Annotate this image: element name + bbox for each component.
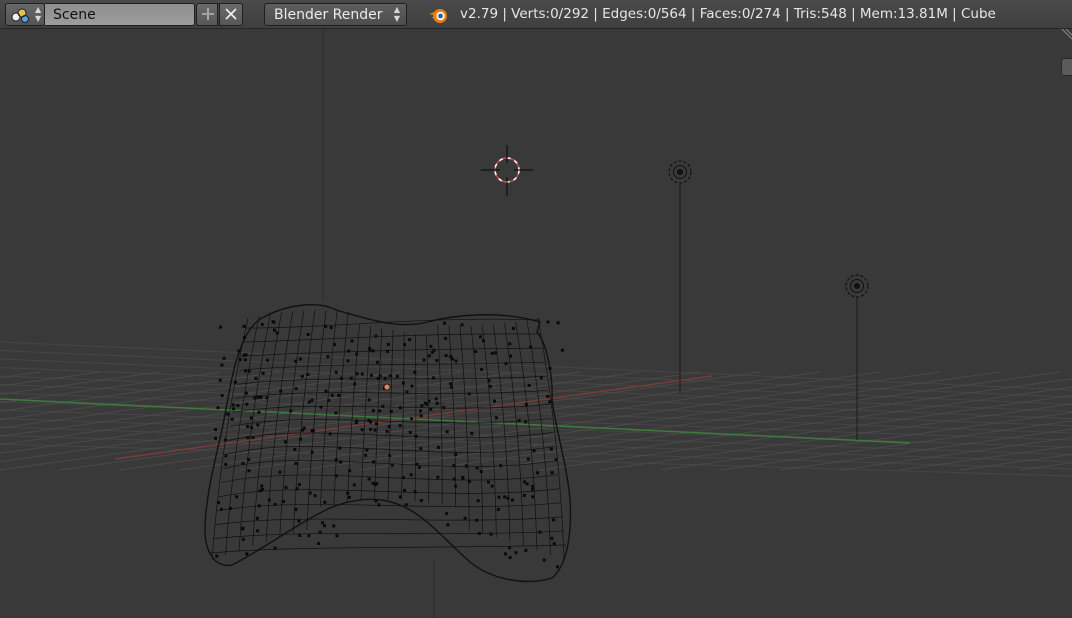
x-icon xyxy=(225,8,237,20)
render-engine-label: Blender Render xyxy=(274,7,383,23)
lamp[interactable] xyxy=(668,160,692,393)
blender-window: ▲ ▼ Scene Blender Render ▲ ▼ v2.79 | Ver… xyxy=(0,0,1072,618)
area-split-corner-icon[interactable] xyxy=(1060,29,1072,43)
cube-mesh-wireframe[interactable] xyxy=(204,304,572,583)
info-header: ▲ ▼ Scene Blender Render ▲ ▼ v2.79 | Ver… xyxy=(0,0,1072,29)
plus-icon xyxy=(202,8,214,20)
properties-shelf-tab[interactable] xyxy=(1061,58,1072,76)
scene-name-field[interactable]: Scene xyxy=(45,3,195,26)
blender-logo-icon xyxy=(429,9,447,23)
scene-statistics: v2.79 | Verts:0/292 | Edges:0/564 | Face… xyxy=(460,6,996,22)
3d-viewport[interactable] xyxy=(0,29,1072,618)
3d-cursor[interactable] xyxy=(481,145,533,196)
object-origin xyxy=(383,383,391,391)
viewport-canvas[interactable] xyxy=(0,29,1072,618)
add-scene-button[interactable] xyxy=(196,3,218,26)
scene-name: Scene xyxy=(53,7,96,23)
updown-arrows-icon: ▲ ▼ xyxy=(393,5,400,23)
updown-arrows-icon: ▲ ▼ xyxy=(35,5,42,23)
lamp[interactable] xyxy=(845,274,869,440)
delete-scene-button[interactable] xyxy=(219,3,243,26)
scene-icon xyxy=(11,8,29,23)
render-engine-select[interactable]: Blender Render ▲ ▼ xyxy=(264,3,407,26)
scene-browse-button[interactable]: ▲ ▼ xyxy=(5,3,45,26)
